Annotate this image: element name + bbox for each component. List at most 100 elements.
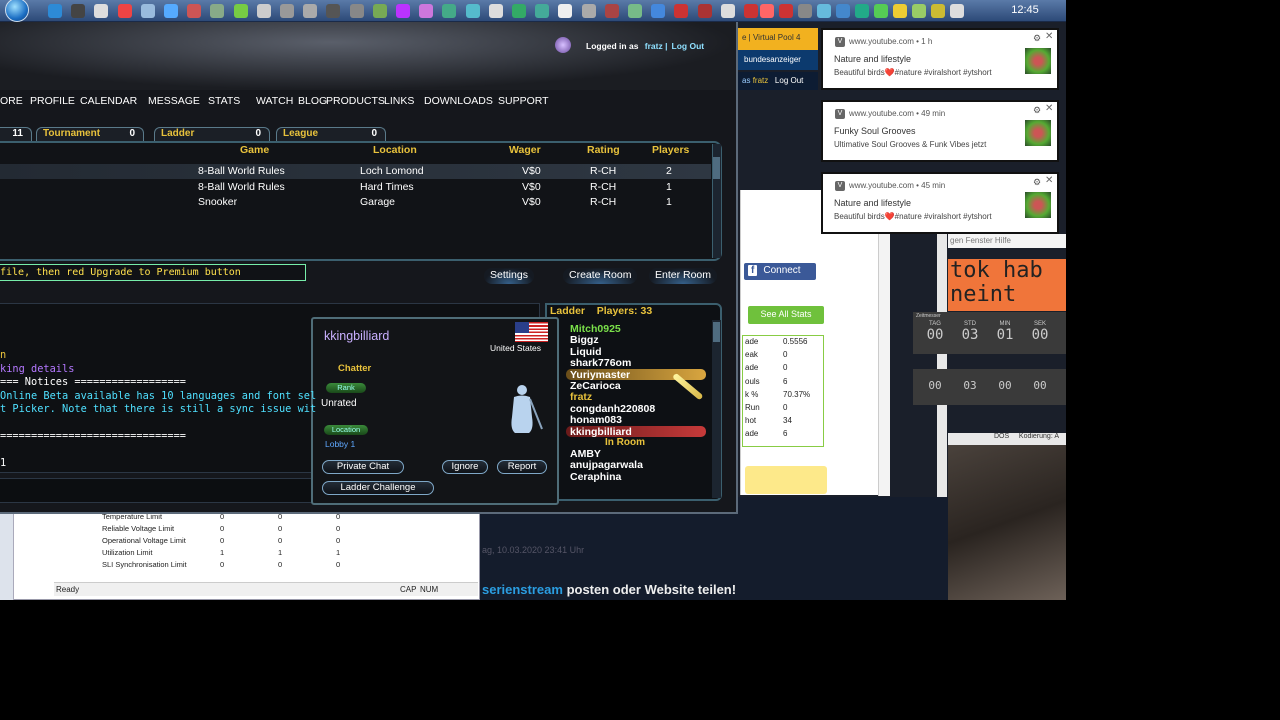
nav-item-products[interactable]: PRODUCTS bbox=[326, 95, 385, 107]
facebook-connect-button[interactable]: f Connect bbox=[744, 263, 816, 280]
taskbar-app-icon[interactable] bbox=[798, 4, 812, 18]
username-link[interactable]: fratz bbox=[645, 41, 663, 51]
taskbar-app-icon[interactable] bbox=[372, 4, 387, 18]
room-game[interactable]: Snooker bbox=[198, 196, 237, 208]
taskbar-app-icon[interactable] bbox=[874, 4, 888, 18]
player-item[interactable]: Yuriymaster bbox=[570, 369, 630, 381]
taskbar-app-icon[interactable] bbox=[760, 4, 774, 18]
taskbar-app-icon[interactable] bbox=[950, 4, 964, 18]
room-location[interactable]: Loch Lomond bbox=[360, 165, 424, 177]
player-item[interactable]: fratz bbox=[570, 391, 592, 403]
taskbar-app-icon[interactable] bbox=[326, 4, 341, 18]
lobby-scrollbar[interactable] bbox=[712, 320, 721, 498]
tab-rooms[interactable]: 11 bbox=[0, 127, 32, 141]
bookmark-bar-item[interactable]: bundesanzeiger bbox=[738, 50, 818, 70]
taskbar-app-icon[interactable] bbox=[303, 4, 318, 18]
nav-item-ore[interactable]: ORE bbox=[0, 95, 23, 107]
room-wager[interactable]: V$0 bbox=[522, 165, 541, 177]
taskbar-app-icon[interactable] bbox=[442, 4, 457, 18]
nav-item-downloads[interactable]: DOWNLOADS bbox=[424, 95, 493, 107]
room-rating[interactable]: R-CH bbox=[590, 165, 616, 177]
player-item[interactable]: ZeCarioca bbox=[570, 380, 621, 392]
room-wager[interactable]: V$0 bbox=[522, 196, 541, 208]
close-icon[interactable]: ✕ bbox=[1045, 31, 1053, 42]
taskbar-app-icon[interactable] bbox=[779, 4, 793, 18]
nav-item-calendar[interactable]: CALENDAR bbox=[80, 95, 137, 107]
ignore-button[interactable]: Ignore bbox=[442, 460, 488, 474]
notification-card[interactable]: Vwww.youtube.com • 45 min Nature and life… bbox=[821, 172, 1059, 234]
taskbar-app-icon[interactable] bbox=[419, 4, 434, 18]
col-wager[interactable]: Wager bbox=[509, 144, 541, 156]
taskbar-app-icon[interactable] bbox=[488, 4, 503, 18]
taskbar-app-icon[interactable] bbox=[744, 4, 758, 18]
close-icon[interactable]: ✕ bbox=[1045, 175, 1053, 186]
nav-item-blog[interactable]: BLOG bbox=[298, 95, 327, 107]
room-game[interactable]: 8-Ball World Rules bbox=[198, 165, 285, 177]
room-game[interactable]: 8-Ball World Rules bbox=[198, 181, 285, 193]
tab-league[interactable]: League 0 bbox=[276, 127, 386, 141]
taskbar-app-icon[interactable] bbox=[651, 4, 666, 18]
serienstream-link[interactable]: serienstream bbox=[482, 582, 563, 597]
room-players[interactable]: 1 bbox=[666, 181, 672, 193]
nav-item-profile[interactable]: PROFILE bbox=[30, 95, 75, 107]
taskbar-app-icon[interactable] bbox=[256, 4, 271, 18]
taskbar-app-icon[interactable] bbox=[581, 4, 596, 18]
scroll-thumb[interactable] bbox=[713, 157, 720, 179]
taskbar-app-icon[interactable] bbox=[396, 4, 410, 18]
create-room-button[interactable]: Create Room bbox=[563, 268, 638, 284]
col-players[interactable]: Players bbox=[652, 144, 689, 156]
login-user[interactable]: fratz bbox=[753, 76, 769, 85]
taskbar-app-icon[interactable] bbox=[912, 4, 926, 18]
report-button[interactable]: Report bbox=[497, 460, 547, 474]
editor-menu-bar[interactable]: gen Fenster Hilfe bbox=[948, 234, 1066, 248]
nav-item-stats[interactable]: STATS bbox=[208, 95, 240, 107]
taskbar-app-icon[interactable] bbox=[48, 4, 62, 18]
browser-scrollbar[interactable] bbox=[878, 230, 890, 496]
col-rating[interactable]: Rating bbox=[587, 144, 620, 156]
taskbar-app-icon[interactable] bbox=[187, 4, 202, 18]
ladder-challenge-button[interactable]: Ladder Challenge bbox=[322, 481, 434, 495]
taskbar-app-icon[interactable] bbox=[164, 4, 178, 18]
taskbar-app-icon[interactable] bbox=[71, 4, 86, 18]
room-location[interactable]: Hard Times bbox=[360, 181, 414, 193]
scroll-thumb[interactable] bbox=[713, 322, 720, 342]
taskbar-app-icon[interactable] bbox=[349, 4, 364, 18]
room-wager[interactable]: V$0 bbox=[522, 181, 541, 193]
taskbar-app-icon[interactable] bbox=[140, 4, 155, 18]
in-room-player[interactable]: AMBY bbox=[570, 448, 601, 460]
taskbar-app-icon[interactable] bbox=[836, 4, 850, 18]
taskbar-app-icon[interactable] bbox=[233, 4, 248, 18]
taskbar-app-icon[interactable] bbox=[855, 4, 869, 18]
player-item[interactable]: Biggz bbox=[570, 334, 599, 346]
room-location[interactable]: Garage bbox=[360, 196, 395, 208]
in-room-player[interactable]: anujpagarwala bbox=[570, 459, 643, 471]
notification-card[interactable]: Vwww.youtube.com • 49 min Funky Soul Groo… bbox=[821, 100, 1059, 162]
taskbar-app-icon[interactable] bbox=[817, 4, 831, 18]
logout-link[interactable]: Log Out bbox=[672, 41, 705, 51]
room-rating[interactable]: R-CH bbox=[590, 196, 616, 208]
taskbar-app-icon[interactable] bbox=[465, 4, 480, 18]
taskbar-app-icon[interactable] bbox=[697, 4, 712, 18]
taskbar-app-icon[interactable] bbox=[628, 4, 642, 18]
gear-icon[interactable]: ⚙ bbox=[1033, 33, 1041, 44]
site-logout-link[interactable]: Log Out bbox=[775, 76, 803, 85]
taskbar-app-icon[interactable] bbox=[210, 4, 225, 18]
room-players[interactable]: 2 bbox=[666, 165, 672, 177]
player-item[interactable]: Liquid bbox=[570, 346, 602, 358]
browser-tab[interactable]: e | Virtual Pool 4 bbox=[738, 28, 818, 50]
nav-item-watch[interactable]: WATCH bbox=[256, 95, 293, 107]
notification-card[interactable]: Vwww.youtube.com • 1 h Nature and lifesty… bbox=[821, 28, 1059, 90]
room-players[interactable]: 1 bbox=[666, 196, 672, 208]
player-item[interactable]: honam083 bbox=[570, 414, 622, 426]
taskbar-app-icon[interactable] bbox=[94, 4, 109, 18]
private-chat-button[interactable]: Private Chat bbox=[322, 460, 404, 474]
taskbar-app-icon[interactable] bbox=[604, 4, 619, 18]
taskbar-app-icon[interactable] bbox=[720, 4, 735, 18]
close-icon[interactable]: ✕ bbox=[1045, 103, 1053, 114]
player-item[interactable]: kkingbilliard bbox=[570, 426, 632, 438]
taskbar-clock[interactable]: 12:45 bbox=[1005, 4, 1045, 16]
nav-item-message[interactable]: MESSAGE bbox=[148, 95, 200, 107]
gear-icon[interactable]: ⚙ bbox=[1033, 177, 1041, 188]
see-all-stats-button[interactable]: See All Stats bbox=[748, 306, 824, 324]
col-location[interactable]: Location bbox=[373, 144, 417, 156]
